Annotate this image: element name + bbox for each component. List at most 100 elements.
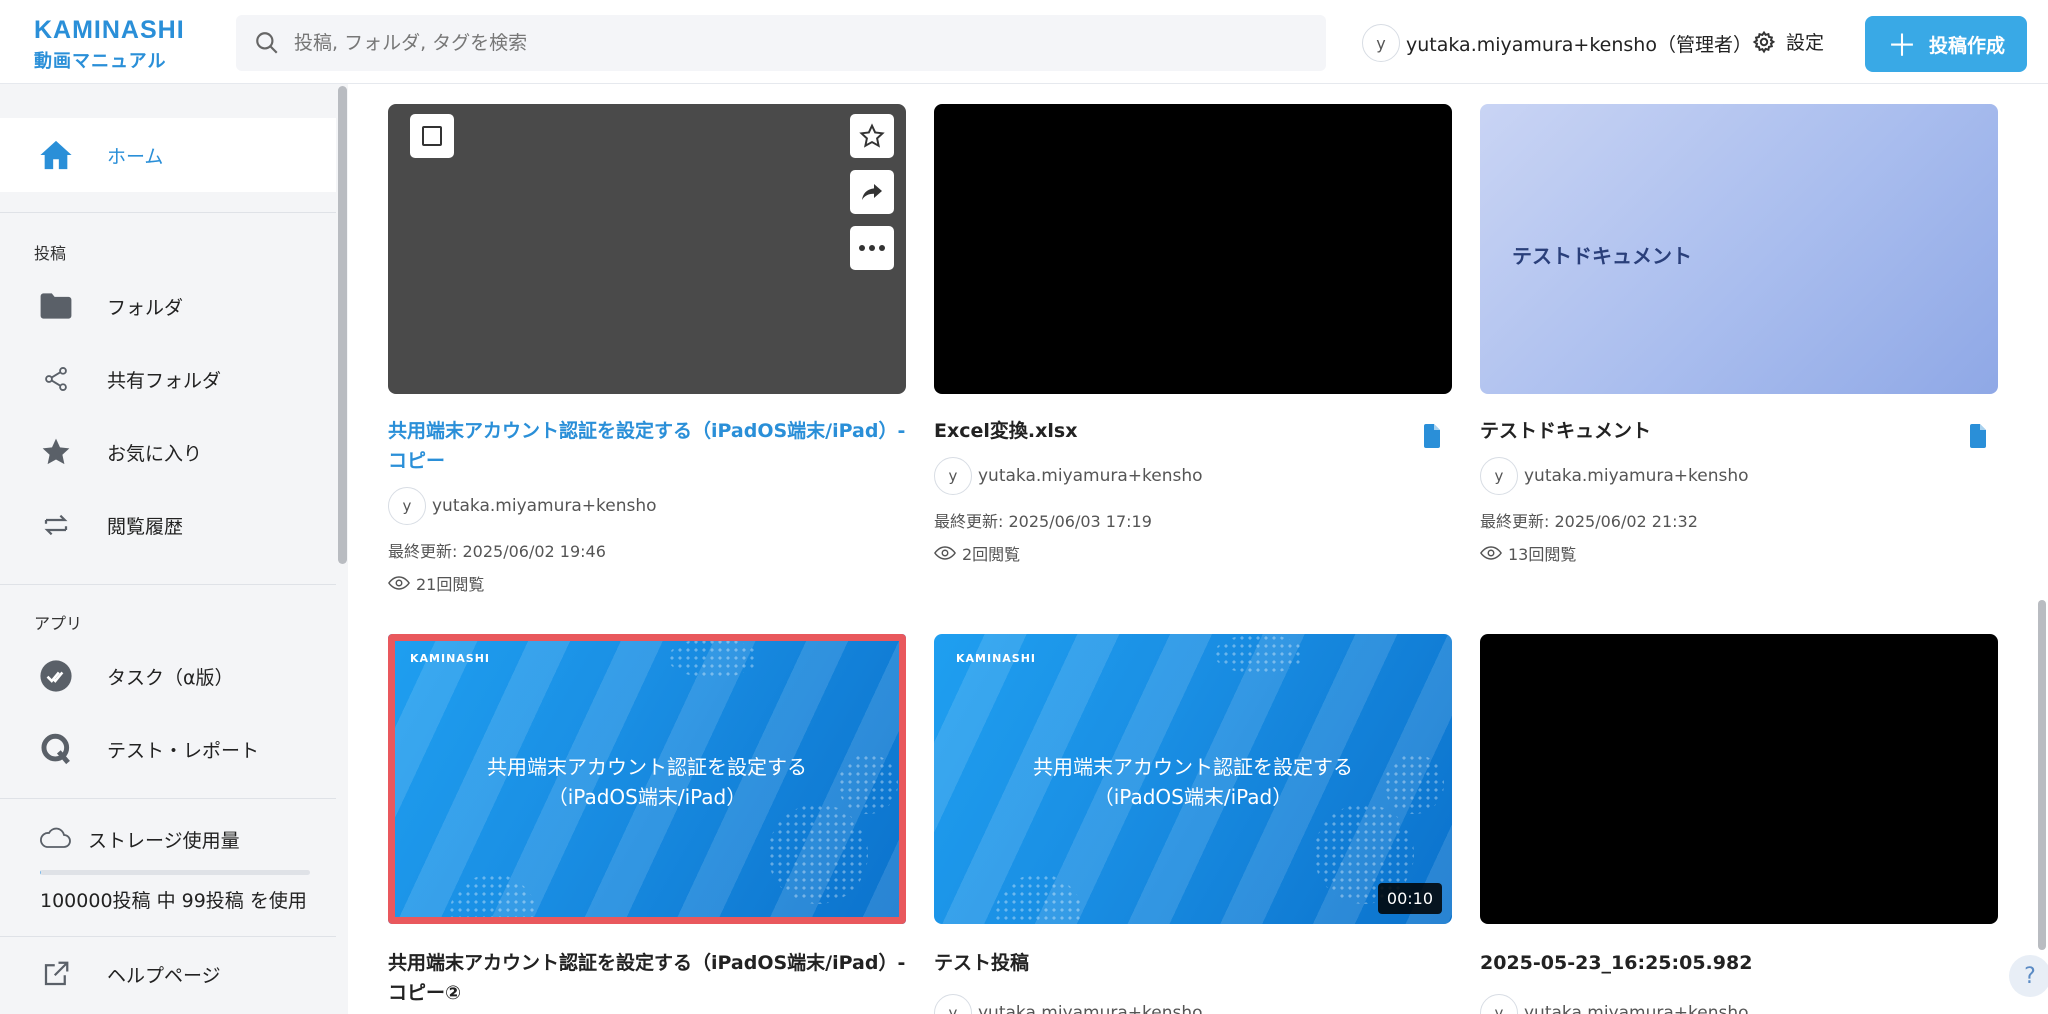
swap-icon xyxy=(38,507,74,543)
select-checkbox[interactable] xyxy=(410,114,454,158)
sidebar-item-label: ヘルプページ xyxy=(107,964,221,987)
post-card-selected[interactable]: KAMINASHI 共用端末アカウント認証を設定する （iPadOS端末/iPa… xyxy=(388,634,906,1014)
logo-brand: KAMINASHI xyxy=(34,16,185,44)
post-author: y yutaka.miyamura+kensho xyxy=(934,457,1203,495)
settings-button[interactable]: 設定 xyxy=(1752,28,1824,55)
post-updated: 最終更新: 2025/06/02 19:46 xyxy=(388,542,606,561)
storage-progress-fill xyxy=(40,870,42,875)
sidebar-scrollbar[interactable] xyxy=(338,86,347,564)
sidebar-item-history[interactable]: 閲覧履歴 xyxy=(0,495,336,555)
user-menu[interactable]: y yutaka.miyamura+kensho（管理者） xyxy=(1362,24,1752,62)
selection-highlight xyxy=(388,634,906,924)
user-name: yutaka.miyamura+kensho（管理者） xyxy=(1406,33,1752,56)
app-logo[interactable]: KAMINASHI 動画マニュアル xyxy=(34,16,185,73)
settings-label: 設定 xyxy=(1786,32,1825,54)
star-icon xyxy=(38,434,74,470)
more-dots-icon xyxy=(859,245,885,251)
cloud-icon xyxy=(40,827,71,848)
checkbox-icon xyxy=(422,126,442,146)
gear-icon xyxy=(1752,30,1776,53)
help-button[interactable]: ? xyxy=(2009,955,2048,997)
post-thumbnail[interactable]: KAMINASHI 共用端末アカウント認証を設定する （iPadOS端末/iPa… xyxy=(388,634,906,924)
eye-icon xyxy=(1480,546,1502,560)
sidebar-item-label: フォルダ xyxy=(107,296,184,319)
section-label-posts: 投稿 xyxy=(34,244,67,263)
star-outline-icon xyxy=(859,123,885,148)
document-icon xyxy=(1970,424,1986,448)
post-card[interactable]: 共用端末アカウント認証を設定する（iPadOS端末/iPad）-コピー y yu… xyxy=(388,104,906,525)
post-title[interactable]: テスト投稿 xyxy=(934,948,1452,978)
author-name: yutaka.miyamura+kensho xyxy=(978,466,1203,486)
post-updated: 最終更新: 2025/06/03 17:19 xyxy=(934,512,1152,531)
section-label-apps: アプリ xyxy=(34,614,83,633)
post-card[interactable]: Excel変換.xlsx y yutaka.miyamura+kensho xyxy=(934,104,1452,495)
thumbnail-line: 共用端末アカウント認証を設定する xyxy=(1033,755,1353,779)
post-title[interactable]: 共用端末アカウント認証を設定する（iPadOS端末/iPad）-コピー② xyxy=(388,948,906,1008)
post-views: 2回閲覧 xyxy=(934,541,1020,565)
favorite-button[interactable] xyxy=(850,114,894,158)
sidebar-item-task[interactable]: タスク（α版） xyxy=(0,646,336,706)
sidebar-item-test-report[interactable]: テスト・レポート xyxy=(0,719,336,779)
sidebar-item-folder[interactable]: フォルダ xyxy=(0,276,336,336)
post-author: y yutaka.miyamura+kensho xyxy=(934,994,1203,1014)
more-button[interactable] xyxy=(850,226,894,270)
sidebar-item-home[interactable]: ホーム xyxy=(0,118,336,192)
post-title[interactable]: テストドキュメント xyxy=(1480,416,1998,446)
post-thumbnail[interactable] xyxy=(1480,634,1998,924)
main-scrollbar[interactable] xyxy=(2038,600,2046,950)
q-icon xyxy=(38,731,74,767)
sidebar-item-label: タスク（α版） xyxy=(107,666,234,689)
avatar: y xyxy=(1362,24,1400,62)
post-title[interactable]: 2025-05-23_16:25:05.982 xyxy=(1480,948,1998,978)
search-input[interactable] xyxy=(294,15,1294,71)
post-title[interactable]: Excel変換.xlsx xyxy=(934,416,1452,446)
storage-usage-text: 100000投稿 中 99投稿 を使用 xyxy=(40,890,307,912)
post-thumbnail[interactable]: テストドキュメント xyxy=(1480,104,1998,394)
sidebar-item-help[interactable]: ヘルプページ xyxy=(0,944,336,1004)
divider xyxy=(0,798,336,799)
sidebar-item-label: ホーム xyxy=(107,145,164,168)
views-count: 2回閲覧 xyxy=(962,545,1021,564)
post-thumbnail[interactable] xyxy=(934,104,1452,394)
forward-arrow-icon xyxy=(862,184,882,200)
video-duration-badge: 00:10 xyxy=(1377,883,1442,914)
top-header: KAMINASHI 動画マニュアル y yutaka.miyamura+kens… xyxy=(0,0,2048,84)
thumbnail-line: （iPadOS端末/iPad） xyxy=(1093,785,1293,809)
author-name: yutaka.miyamura+kensho xyxy=(978,1003,1203,1014)
search-icon xyxy=(256,32,278,54)
create-post-label: 投稿作成 xyxy=(1928,34,2005,57)
thumbnail-text: テストドキュメント xyxy=(1512,244,1692,268)
post-thumbnail[interactable]: KAMINASHI 共用端末アカウント認証を設定する （iPadOS端末/iPa… xyxy=(934,634,1452,924)
logo-product: 動画マニュアル xyxy=(34,51,167,72)
post-card[interactable]: KAMINASHI 共用端末アカウント認証を設定する （iPadOS端末/iPa… xyxy=(934,634,1452,1014)
post-card[interactable]: 2025-05-23_16:25:05.982 y yutaka.miyamur… xyxy=(1480,634,1998,1014)
author-name: yutaka.miyamura+kensho xyxy=(1524,466,1749,486)
storage-progress-bar xyxy=(40,870,310,875)
document-icon xyxy=(1424,424,1440,448)
plus-icon: ＋ xyxy=(1886,28,1917,64)
search-bar[interactable] xyxy=(236,15,1326,71)
post-author: y yutaka.miyamura+kensho xyxy=(1480,457,1749,495)
post-card[interactable]: テストドキュメント テストドキュメント y yutaka.miyamura+ke… xyxy=(1480,104,1998,495)
folder-icon xyxy=(38,288,74,324)
post-views: 21回閲覧 xyxy=(388,571,484,595)
avatar: y xyxy=(1480,994,1518,1014)
divider xyxy=(0,212,336,213)
sidebar-item-label: 共有フォルダ xyxy=(107,369,222,392)
post-author: y yutaka.miyamura+kensho xyxy=(1480,994,1749,1014)
external-link-icon xyxy=(38,956,74,992)
thumbnail-brand: KAMINASHI xyxy=(956,652,1037,665)
sidebar-item-favorites[interactable]: お気に入り xyxy=(0,422,336,482)
sidebar-item-shared-folder[interactable]: 共有フォルダ xyxy=(0,349,336,409)
divider xyxy=(0,584,336,585)
eye-icon xyxy=(934,546,956,560)
post-title[interactable]: 共用端末アカウント認証を設定する（iPadOS端末/iPad）-コピー xyxy=(388,416,906,476)
post-thumbnail[interactable] xyxy=(388,104,906,394)
avatar: y xyxy=(934,994,972,1014)
thumbnail-pattern xyxy=(1214,634,1304,674)
storage-label: ストレージ使用量 xyxy=(88,830,240,852)
task-check-icon xyxy=(38,658,74,694)
create-post-button[interactable]: ＋ 投稿作成 xyxy=(1865,16,2027,72)
views-count: 21回閲覧 xyxy=(416,575,485,594)
share-button[interactable] xyxy=(850,170,894,214)
